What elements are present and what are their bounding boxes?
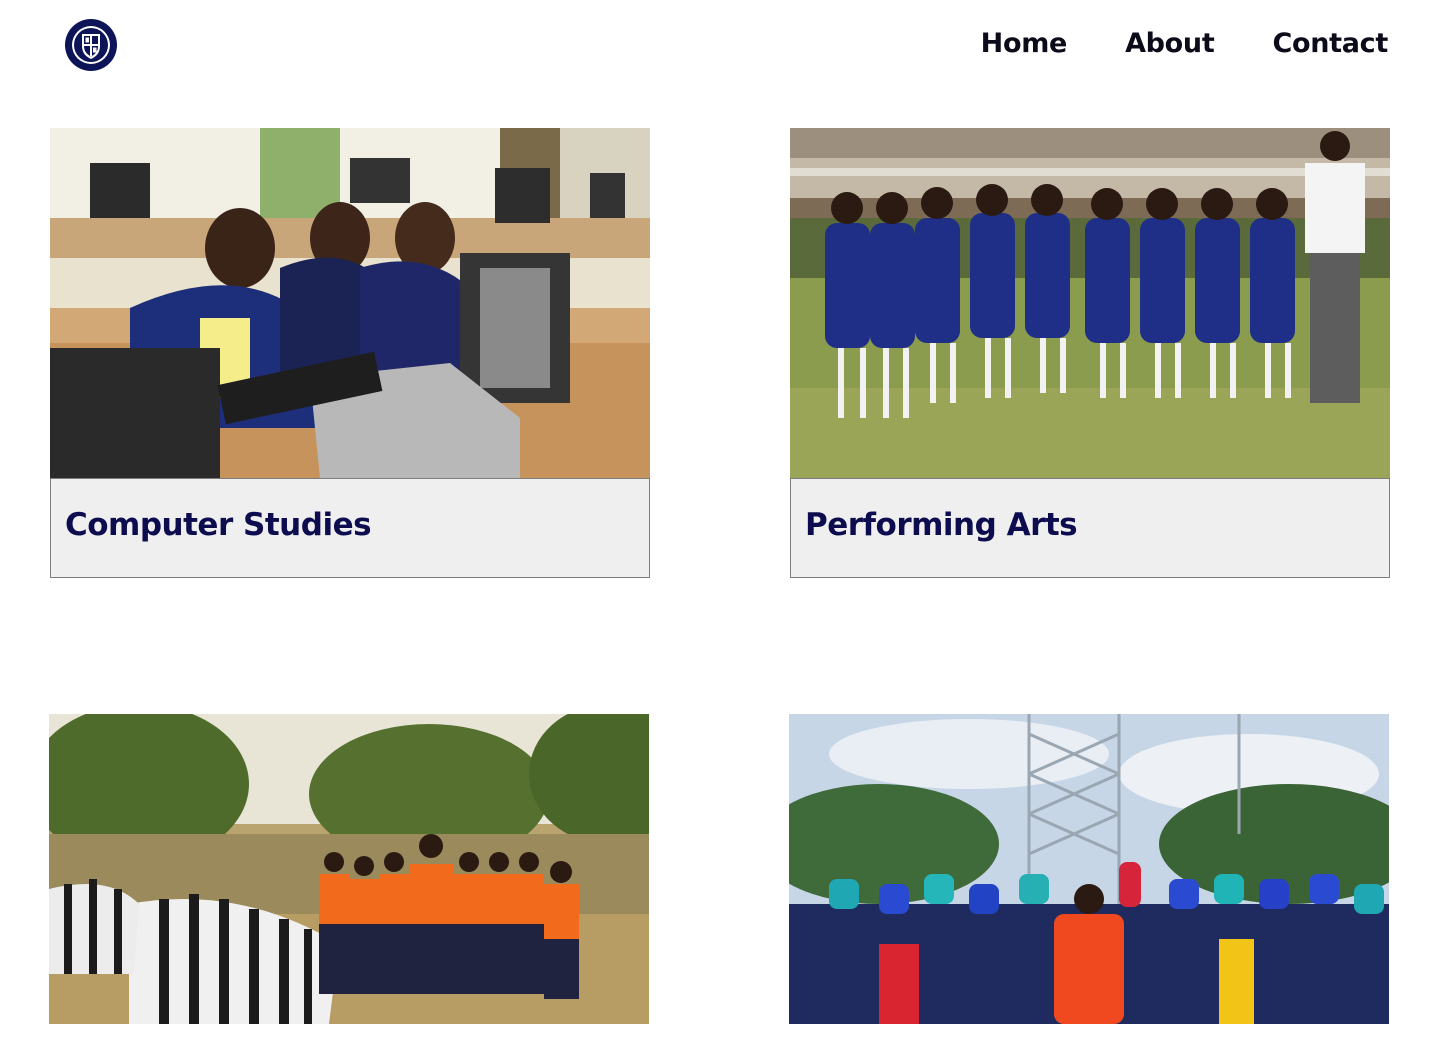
card-title: Computer Studies [65,507,372,543]
card-title: Performing Arts [805,507,1078,543]
students-with-bags-photo [789,714,1389,1064]
students-in-uniforms-photo [790,128,1390,478]
card-caption: Computer Studies [50,478,650,578]
main-nav: Home About Contact [981,28,1389,59]
site-header: Home About Contact [0,0,1440,92]
nav-contact[interactable]: Contact [1272,28,1388,59]
school-crest-icon[interactable] [64,18,118,72]
program-card-computer-studies[interactable]: Computer Studies [50,128,650,578]
nav-home[interactable]: Home [981,28,1068,59]
program-card-field-trip[interactable] [49,714,649,1064]
program-card-performing-arts[interactable]: Performing Arts [790,128,1390,578]
students-at-computers-photo [50,128,650,478]
students-with-zebras-photo [49,714,649,1064]
nav-about[interactable]: About [1125,28,1215,59]
program-card-donation[interactable] [789,714,1389,1064]
card-caption: Performing Arts [790,478,1390,578]
